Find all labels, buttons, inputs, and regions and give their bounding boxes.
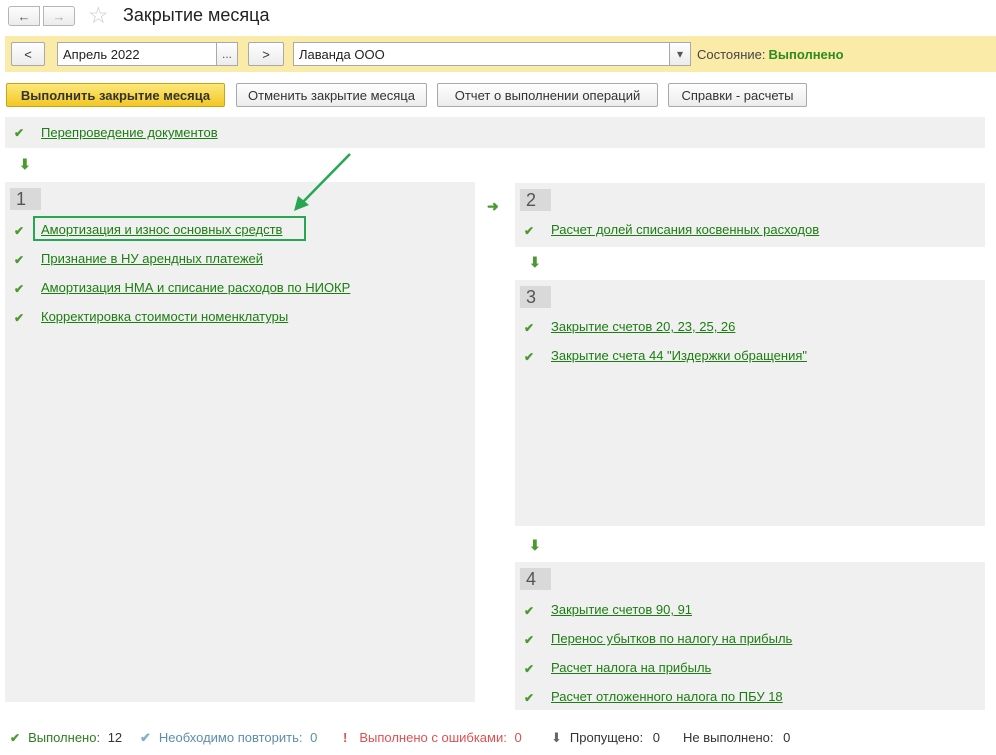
- exclamation-icon: !: [343, 730, 348, 745]
- next-period-button[interactable]: >: [248, 42, 284, 66]
- legend-repeat-label: Необходимо повторить:: [158, 730, 303, 745]
- link-reposting-documents[interactable]: Перепроведение документов: [41, 125, 218, 140]
- annotation-arrow-icon: [294, 153, 351, 211]
- arrow-down-icon: ⬇: [19, 156, 31, 172]
- legend-errors: ! Выполнено с ошибками: 0: [343, 730, 522, 745]
- period-field[interactable]: Апрель 2022: [57, 42, 217, 66]
- prev-period-button[interactable]: <: [11, 42, 45, 66]
- legend-repeat-count: 0: [310, 730, 318, 745]
- link-close-accounts-20-26[interactable]: Закрытие счетов 20, 23, 25, 26: [551, 319, 735, 334]
- check-icon: ✔: [140, 730, 151, 745]
- link-deferred-tax-pbu18[interactable]: Расчет отложенного налога по ПБУ 18: [551, 689, 783, 704]
- arrow-right-icon: ➜: [487, 198, 499, 214]
- arrow-left-icon: ←: [17, 8, 31, 24]
- stage-number: 3: [520, 286, 551, 308]
- link-lease-payments[interactable]: Признание в НУ арендных платежей: [41, 251, 263, 266]
- period-select-button[interactable]: ...: [216, 42, 238, 66]
- legend-done: ✔ Выполнено: 12: [10, 730, 122, 745]
- check-icon: ✔: [524, 662, 535, 676]
- legend-done-label: Выполнено:: [28, 730, 101, 745]
- arrow-down-icon: ⬇: [529, 537, 541, 553]
- check-icon: ✔: [524, 350, 535, 364]
- check-icon: ✔: [524, 691, 535, 705]
- link-transfer-losses[interactable]: Перенос убытков по налогу на прибыль: [551, 631, 792, 646]
- link-close-account-44[interactable]: Закрытие счета 44 "Издержки обращения": [551, 348, 807, 363]
- stage-number: 2: [520, 189, 551, 211]
- check-icon: ✔: [14, 311, 25, 325]
- arrow-down-icon: ⬇: [551, 730, 562, 745]
- stage-number: 4: [520, 568, 551, 590]
- legend-skipped-label: Пропущено:: [569, 730, 644, 745]
- stage-3-panel: [515, 280, 985, 526]
- check-icon: ✔: [524, 224, 535, 238]
- run-month-close-button[interactable]: Выполнить закрытие месяца: [6, 83, 225, 107]
- check-icon: ✔: [524, 633, 535, 647]
- organization-field[interactable]: Лаванда ООО: [293, 42, 670, 66]
- favorite-star-icon[interactable]: ☆: [88, 3, 109, 27]
- check-icon: ✔: [524, 321, 535, 335]
- legend-not-done: Не выполнено: 0: [683, 730, 790, 745]
- organization-dropdown-button[interactable]: ▾: [669, 42, 691, 66]
- link-close-accounts-90-91[interactable]: Закрытие счетов 90, 91: [551, 602, 692, 617]
- check-icon: ✔: [14, 224, 25, 238]
- check-icon: ✔: [10, 731, 21, 745]
- check-icon: ✔: [14, 126, 25, 140]
- stage-2-panel: [515, 183, 985, 247]
- operations-report-button[interactable]: Отчет о выполнении операций: [437, 83, 658, 107]
- back-button[interactable]: ←: [8, 6, 40, 26]
- legend-skipped: ⬇ Пропущено: 0: [551, 730, 660, 746]
- stage-number: 1: [10, 188, 41, 210]
- cancel-month-close-button[interactable]: Отменить закрытие месяца: [236, 83, 427, 107]
- arrow-right-icon: →: [52, 8, 66, 24]
- link-cost-adjustment[interactable]: Корректировка стоимости номенклатуры: [41, 309, 288, 324]
- status-label: Состояние:: [697, 47, 766, 62]
- page-title: Закрытие месяца: [123, 5, 270, 25]
- help-calculations-button[interactable]: Справки - расчеты: [668, 83, 807, 107]
- legend-skipped-count: 0: [652, 730, 660, 745]
- link-income-tax-calc[interactable]: Расчет налога на прибыль: [551, 660, 711, 675]
- check-icon: ✔: [14, 253, 25, 267]
- arrow-down-icon: ⬇: [529, 254, 541, 270]
- check-icon: ✔: [524, 604, 535, 618]
- highlight-box: [33, 216, 306, 241]
- legend-not-done-label: Не выполнено:: [683, 730, 774, 745]
- status: Состояние: Выполнено: [697, 47, 844, 62]
- chevron-down-icon: ▾: [676, 47, 684, 61]
- check-icon: ✔: [14, 282, 25, 296]
- status-value: Выполнено: [768, 47, 844, 62]
- link-intangibles-amortization[interactable]: Амортизация НМА и списание расходов по Н…: [41, 280, 350, 295]
- legend-errors-label: Выполнено с ошибками:: [359, 730, 507, 745]
- link-indirect-costs-shares[interactable]: Расчет долей списания косвенных расходов: [551, 222, 819, 237]
- legend-repeat: ✔ Необходимо повторить: 0: [140, 730, 317, 746]
- legend-errors-count: 0: [514, 730, 522, 745]
- legend-not-done-count: 0: [783, 730, 791, 745]
- legend-done-count: 12: [107, 730, 123, 745]
- forward-button[interactable]: →: [43, 6, 75, 26]
